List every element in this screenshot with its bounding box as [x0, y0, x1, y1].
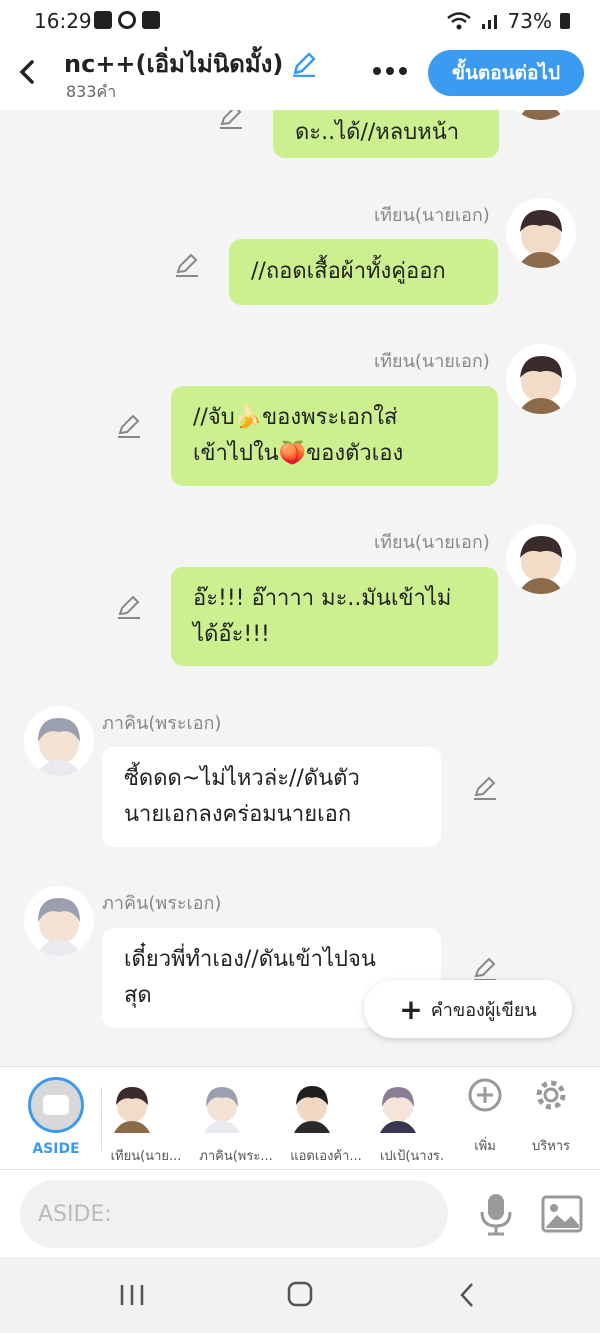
avatar: [506, 344, 576, 414]
add-circle-icon: [468, 1078, 502, 1112]
instagram-notification-icon: [118, 11, 136, 29]
plus-icon: +: [399, 992, 423, 1026]
microphone-icon[interactable]: [476, 1192, 516, 1236]
message-text-line: ซี้ดดด~ไม่ไหวล่ะ//ดันตัว: [124, 766, 360, 791]
speaker-name: เทียน(นายเอก): [374, 532, 490, 553]
system-nav-bar: [0, 1257, 600, 1333]
chat-area: ดะ..ได้//หลบหน้า เทียน(นายเอก) //ถอดเสื้…: [0, 110, 600, 1066]
notification-icons: [94, 11, 160, 29]
speaker-name: เทียน(นายเอก): [374, 205, 490, 226]
gear-icon: [536, 1080, 566, 1110]
speaker-name: ภาคิน(พระเอก): [102, 713, 222, 734]
divider: [101, 1087, 102, 1151]
youtube-notification-icon: [142, 11, 160, 29]
chat-bubble[interactable]: อ๊ะ!!! อ๊าาาา มะ..มันเข้าไม่ ได้อ๊ะ!!!: [171, 567, 498, 666]
message-input[interactable]: [20, 1180, 448, 1248]
battery-percent: 73%: [507, 9, 552, 33]
character-avatar-icon: [518, 356, 564, 414]
character-avatar-icon: [204, 1087, 240, 1133]
add-label: เพิ่ม: [474, 1139, 496, 1154]
character-label: เปเป้(นางร.: [379, 1149, 445, 1164]
avatar: [24, 706, 94, 776]
back-nav-icon[interactable]: [448, 1279, 488, 1311]
chat-bubble[interactable]: //ถอดเสื้อผ้าทั้งคู่ออก: [229, 239, 498, 305]
author-note-button[interactable]: + คำของผู้เขียน: [364, 980, 572, 1038]
avatar: [506, 110, 576, 120]
character-avatar-icon: [518, 210, 564, 268]
character-bar: ASIDE เทียน(นาย... ภาคิน(พระ... แอดเองค้…: [0, 1066, 600, 1169]
wifi-icon: [446, 12, 471, 30]
recent-apps-icon[interactable]: [112, 1279, 152, 1311]
speaker-name: เทียน(นายเอก): [374, 351, 490, 372]
message-text-line: นายเอกลงคร่อมนายเอก: [124, 802, 352, 827]
message-text-line: สุด: [124, 983, 152, 1008]
character-avatar-icon: [114, 1087, 150, 1133]
gallery-notification-icon: [94, 11, 112, 29]
next-step-button[interactable]: ขั้นตอนต่อไป: [428, 50, 584, 96]
edit-title-pencil-icon[interactable]: [291, 51, 317, 77]
message-text-line: เข้าไปใน🍑ของตัวเอง: [193, 441, 404, 466]
edit-message-pencil-icon[interactable]: [116, 413, 142, 439]
app-header: nc++(เอิ่มไม่นิดมั้ง) 833คำ ขั้นตอนต่อไป: [0, 42, 600, 110]
edit-message-pencil-icon[interactable]: [472, 775, 498, 801]
character-label: เทียน(นาย...: [110, 1149, 182, 1164]
character-avatar-icon: [518, 110, 564, 120]
aside-label: ASIDE: [32, 1141, 80, 1157]
signal-icon: [481, 15, 497, 29]
chat-bubble[interactable]: ดะ..ได้//หลบหน้า: [273, 110, 499, 158]
status-bar: 16:29 73%: [0, 0, 600, 42]
avatar: [506, 198, 576, 268]
edit-message-pencil-icon[interactable]: [472, 956, 498, 982]
story-title[interactable]: nc++(เอิ่มไม่นิดมั้ง): [64, 44, 283, 83]
message-text-line: ได้อ๊ะ!!!: [193, 621, 270, 647]
message-text: //ถอดเสื้อผ้าทั้งคู่ออก: [251, 259, 446, 284]
character-avatar-icon: [36, 898, 82, 956]
chat-bubble[interactable]: //จับ🍌ของพระเอกใส่ เข้าไปใน🍑ของตัวเอง: [171, 386, 498, 486]
message-text-line: เดี๋ยวพี่ทำเอง//ดันเข้าไปจน: [124, 947, 376, 972]
more-dots-icon[interactable]: [372, 66, 408, 76]
character-label: ภาคิน(พระ...: [199, 1149, 273, 1164]
image-attach-icon[interactable]: [540, 1194, 584, 1234]
message-input-bar: [0, 1169, 600, 1257]
avatar: [506, 524, 576, 594]
status-time: 16:29: [34, 9, 92, 33]
character-avatar-icon: [294, 1086, 330, 1133]
character-tian[interactable]: เทียน(นาย...: [104, 1077, 188, 1166]
character-label: แอดเองค้า...: [290, 1149, 362, 1164]
avatar: [24, 886, 94, 956]
message-text-line: //จับ🍌ของพระเอกใส่: [193, 405, 398, 430]
character-admin[interactable]: แอดเองค้า...: [284, 1077, 368, 1166]
add-character-button[interactable]: เพิ่ม: [455, 1077, 515, 1156]
home-icon[interactable]: [280, 1279, 320, 1311]
edit-message-pencil-icon[interactable]: [218, 110, 244, 130]
character-avatar-icon: [36, 718, 82, 776]
message-text: ดะ..ได้//หลบหน้า: [295, 120, 460, 145]
chat-bubble[interactable]: ซี้ดดด~ไม่ไหวล่ะ//ดันตัว นายเอกลงคร่อมนา…: [102, 747, 441, 847]
battery-icon: [560, 13, 570, 29]
edit-message-pencil-icon[interactable]: [116, 594, 142, 620]
message-text-line: อ๊ะ!!! อ๊าาาา มะ..มันเข้าไม่: [193, 585, 452, 611]
speaker-name: ภาคิน(พระเอก): [102, 893, 222, 914]
character-avatar-icon: [380, 1087, 416, 1133]
character-avatar-icon: [518, 536, 564, 594]
manage-label: บริหาร: [531, 1139, 571, 1154]
manage-button[interactable]: บริหาร: [521, 1077, 581, 1156]
edit-message-pencil-icon[interactable]: [174, 252, 200, 278]
character-pakin[interactable]: ภาคิน(พระ...: [194, 1077, 278, 1166]
author-note-label: คำของผู้เขียน: [430, 999, 537, 1021]
word-count: 833คำ: [66, 82, 117, 101]
chat-bubble-icon: [43, 1095, 69, 1115]
aside-selector[interactable]: [28, 1077, 84, 1133]
character-pepe[interactable]: เปเป้(นางร.: [370, 1077, 454, 1166]
chevron-left-icon[interactable]: [14, 54, 38, 90]
